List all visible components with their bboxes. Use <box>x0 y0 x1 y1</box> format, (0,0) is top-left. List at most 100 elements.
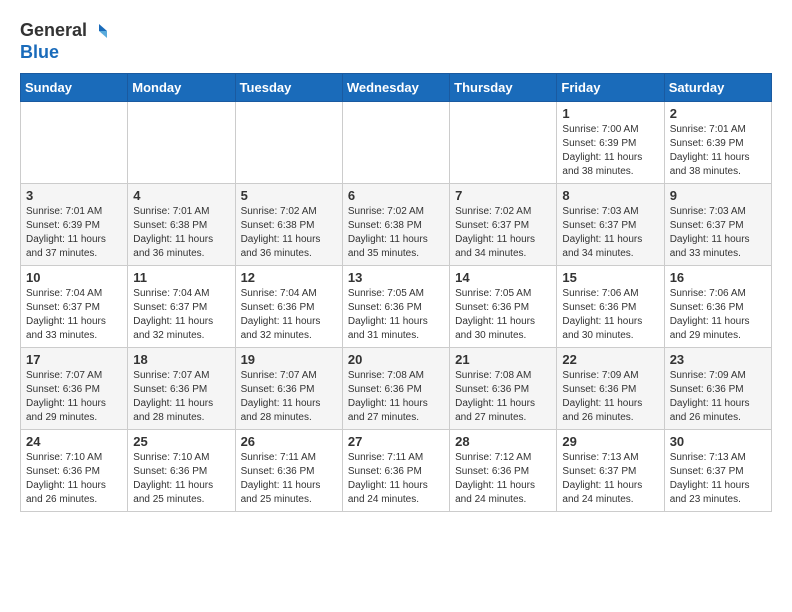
weekday-header: Monday <box>128 74 235 102</box>
day-info: Sunrise: 7:13 AM Sunset: 6:37 PM Dayligh… <box>670 451 766 507</box>
calendar-cell: 15 Sunrise: 7:06 AM Sunset: 6:36 PM Dayli… <box>557 266 664 348</box>
day-info: Sunrise: 7:04 AM Sunset: 6:37 PM Dayligh… <box>26 287 122 343</box>
day-info: Sunrise: 7:07 AM Sunset: 6:36 PM Dayligh… <box>26 369 122 425</box>
weekday-header: Wednesday <box>342 74 449 102</box>
calendar-cell <box>450 102 557 184</box>
calendar-cell: 25 Sunrise: 7:10 AM Sunset: 6:36 PM Dayli… <box>128 430 235 512</box>
day-info: Sunrise: 7:09 AM Sunset: 6:36 PM Dayligh… <box>562 369 658 425</box>
day-number: 9 <box>670 188 766 203</box>
day-info: Sunrise: 7:02 AM Sunset: 6:38 PM Dayligh… <box>348 205 444 261</box>
day-info: Sunrise: 7:03 AM Sunset: 6:37 PM Dayligh… <box>670 205 766 261</box>
day-info: Sunrise: 7:03 AM Sunset: 6:37 PM Dayligh… <box>562 205 658 261</box>
calendar-week-row: 3 Sunrise: 7:01 AM Sunset: 6:39 PM Daylig… <box>21 184 772 266</box>
calendar-cell: 21 Sunrise: 7:08 AM Sunset: 6:36 PM Dayli… <box>450 348 557 430</box>
calendar-cell <box>342 102 449 184</box>
weekday-header: Thursday <box>450 74 557 102</box>
day-info: Sunrise: 7:01 AM Sunset: 6:39 PM Dayligh… <box>670 123 766 179</box>
day-number: 6 <box>348 188 444 203</box>
calendar-cell <box>21 102 128 184</box>
weekday-header: Sunday <box>21 74 128 102</box>
weekday-header: Saturday <box>664 74 771 102</box>
calendar-cell: 7 Sunrise: 7:02 AM Sunset: 6:37 PM Daylig… <box>450 184 557 266</box>
day-number: 18 <box>133 352 229 367</box>
calendar-cell: 12 Sunrise: 7:04 AM Sunset: 6:36 PM Dayli… <box>235 266 342 348</box>
day-info: Sunrise: 7:07 AM Sunset: 6:36 PM Dayligh… <box>133 369 229 425</box>
day-number: 15 <box>562 270 658 285</box>
calendar-week-row: 17 Sunrise: 7:07 AM Sunset: 6:36 PM Dayli… <box>21 348 772 430</box>
day-number: 22 <box>562 352 658 367</box>
day-number: 1 <box>562 106 658 121</box>
calendar-header-row: SundayMondayTuesdayWednesdayThursdayFrid… <box>21 74 772 102</box>
day-number: 23 <box>670 352 766 367</box>
calendar-cell: 3 Sunrise: 7:01 AM Sunset: 6:39 PM Daylig… <box>21 184 128 266</box>
day-number: 2 <box>670 106 766 121</box>
day-info: Sunrise: 7:02 AM Sunset: 6:38 PM Dayligh… <box>241 205 337 261</box>
day-number: 19 <box>241 352 337 367</box>
logo-bird-icon <box>89 22 107 40</box>
day-info: Sunrise: 7:12 AM Sunset: 6:36 PM Dayligh… <box>455 451 551 507</box>
day-number: 17 <box>26 352 122 367</box>
calendar-week-row: 24Sunrise: 7:10 AM Sunset: 6:36 PM Dayli… <box>21 430 772 512</box>
calendar-cell: 16 Sunrise: 7:06 AM Sunset: 6:36 PM Dayli… <box>664 266 771 348</box>
day-number: 25 <box>133 434 229 449</box>
day-number: 13 <box>348 270 444 285</box>
day-number: 12 <box>241 270 337 285</box>
day-info: Sunrise: 7:01 AM Sunset: 6:38 PM Dayligh… <box>133 205 229 261</box>
calendar-cell: 30 Sunrise: 7:13 AM Sunset: 6:37 PM Dayli… <box>664 430 771 512</box>
day-number: 8 <box>562 188 658 203</box>
weekday-header: Friday <box>557 74 664 102</box>
day-info: Sunrise: 7:04 AM Sunset: 6:36 PM Dayligh… <box>241 287 337 343</box>
day-number: 30 <box>670 434 766 449</box>
day-info: Sunrise: 7:06 AM Sunset: 6:36 PM Dayligh… <box>670 287 766 343</box>
calendar-cell: 24Sunrise: 7:10 AM Sunset: 6:36 PM Dayli… <box>21 430 128 512</box>
calendar-cell: 18 Sunrise: 7:07 AM Sunset: 6:36 PM Dayli… <box>128 348 235 430</box>
day-info: Sunrise: 7:01 AM Sunset: 6:39 PM Dayligh… <box>26 205 122 261</box>
day-info: Sunrise: 7:10 AM Sunset: 6:36 PM Dayligh… <box>26 451 122 507</box>
calendar-cell: 1 Sunrise: 7:00 AM Sunset: 6:39 PM Daylig… <box>557 102 664 184</box>
day-info: Sunrise: 7:10 AM Sunset: 6:36 PM Dayligh… <box>133 451 229 507</box>
day-info: Sunrise: 7:02 AM Sunset: 6:37 PM Dayligh… <box>455 205 551 261</box>
calendar-cell: 6 Sunrise: 7:02 AM Sunset: 6:38 PM Daylig… <box>342 184 449 266</box>
page-header: General Blue <box>20 20 772 63</box>
day-number: 26 <box>241 434 337 449</box>
day-number: 27 <box>348 434 444 449</box>
calendar-week-row: 1 Sunrise: 7:00 AM Sunset: 6:39 PM Daylig… <box>21 102 772 184</box>
day-info: Sunrise: 7:09 AM Sunset: 6:36 PM Dayligh… <box>670 369 766 425</box>
calendar-cell <box>128 102 235 184</box>
weekday-header: Tuesday <box>235 74 342 102</box>
calendar-cell: 29Sunrise: 7:13 AM Sunset: 6:37 PM Dayli… <box>557 430 664 512</box>
day-number: 7 <box>455 188 551 203</box>
day-number: 10 <box>26 270 122 285</box>
day-info: Sunrise: 7:08 AM Sunset: 6:36 PM Dayligh… <box>455 369 551 425</box>
day-number: 3 <box>26 188 122 203</box>
calendar-cell: 11 Sunrise: 7:04 AM Sunset: 6:37 PM Dayli… <box>128 266 235 348</box>
day-number: 21 <box>455 352 551 367</box>
calendar-cell: 14Sunrise: 7:05 AM Sunset: 6:36 PM Dayli… <box>450 266 557 348</box>
calendar-cell: 26Sunrise: 7:11 AM Sunset: 6:36 PM Dayli… <box>235 430 342 512</box>
day-number: 5 <box>241 188 337 203</box>
day-info: Sunrise: 7:11 AM Sunset: 6:36 PM Dayligh… <box>348 451 444 507</box>
day-number: 11 <box>133 270 229 285</box>
day-number: 14 <box>455 270 551 285</box>
day-info: Sunrise: 7:07 AM Sunset: 6:36 PM Dayligh… <box>241 369 337 425</box>
calendar-table: SundayMondayTuesdayWednesdayThursdayFrid… <box>20 73 772 512</box>
day-info: Sunrise: 7:06 AM Sunset: 6:36 PM Dayligh… <box>562 287 658 343</box>
calendar-cell: 23 Sunrise: 7:09 AM Sunset: 6:36 PM Dayli… <box>664 348 771 430</box>
day-info: Sunrise: 7:05 AM Sunset: 6:36 PM Dayligh… <box>348 287 444 343</box>
day-info: Sunrise: 7:08 AM Sunset: 6:36 PM Dayligh… <box>348 369 444 425</box>
calendar-cell <box>235 102 342 184</box>
calendar-cell: 27 Sunrise: 7:11 AM Sunset: 6:36 PM Dayli… <box>342 430 449 512</box>
day-info: Sunrise: 7:13 AM Sunset: 6:37 PM Dayligh… <box>562 451 658 507</box>
calendar-cell: 4 Sunrise: 7:01 AM Sunset: 6:38 PM Daylig… <box>128 184 235 266</box>
day-number: 16 <box>670 270 766 285</box>
day-info: Sunrise: 7:04 AM Sunset: 6:37 PM Dayligh… <box>133 287 229 343</box>
calendar-cell: 13 Sunrise: 7:05 AM Sunset: 6:36 PM Dayli… <box>342 266 449 348</box>
day-number: 4 <box>133 188 229 203</box>
calendar-cell: 10 Sunrise: 7:04 AM Sunset: 6:37 PM Dayli… <box>21 266 128 348</box>
logo: General Blue <box>20 20 107 63</box>
calendar-cell: 2 Sunrise: 7:01 AM Sunset: 6:39 PM Daylig… <box>664 102 771 184</box>
day-number: 28 <box>455 434 551 449</box>
calendar-cell: 9 Sunrise: 7:03 AM Sunset: 6:37 PM Daylig… <box>664 184 771 266</box>
day-info: Sunrise: 7:00 AM Sunset: 6:39 PM Dayligh… <box>562 123 658 179</box>
logo-general: General <box>20 20 87 42</box>
